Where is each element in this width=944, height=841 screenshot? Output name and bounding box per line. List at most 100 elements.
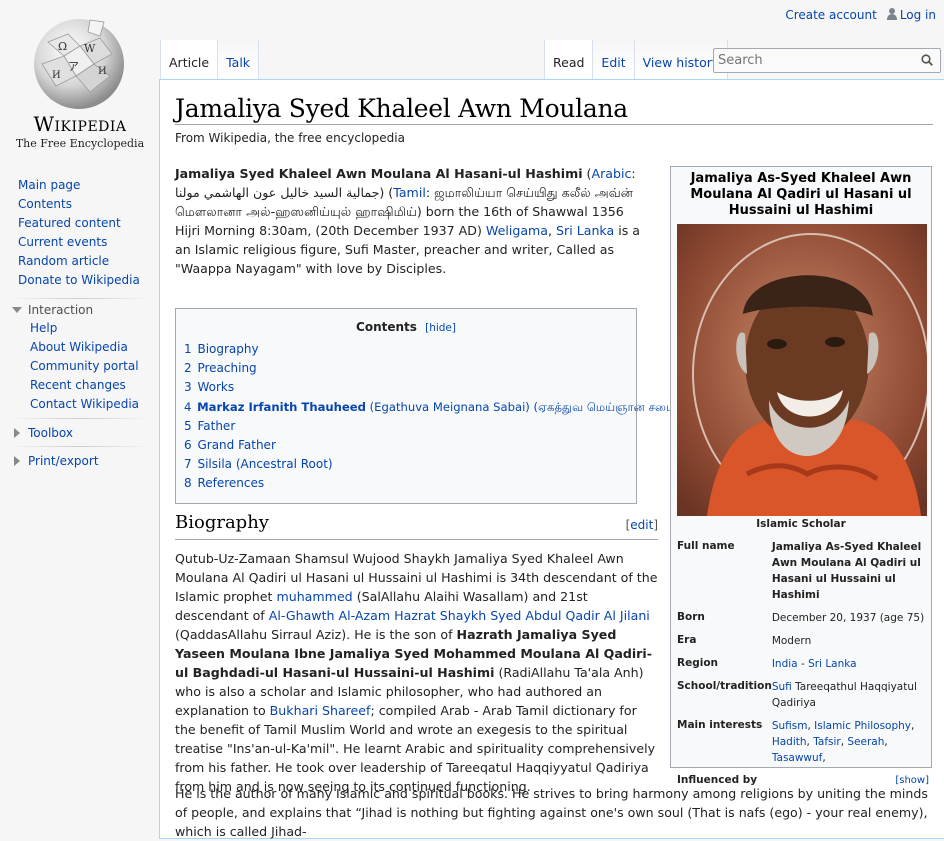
sidebar-item-help[interactable]: Help [30,321,57,335]
sidebar-divider [10,446,150,447]
toc-item-biography[interactable]: 1 Biography [184,342,628,361]
toc-item-works[interactable]: 3 Works [184,380,628,399]
page-title: Jamaliya Syed Khaleel Awn Moulana [175,94,628,123]
svg-text:Ω: Ω [58,40,67,53]
collapse-arrow-icon [12,307,22,313]
al-ghawth-link[interactable]: Al-Ghawth Al-Azam Hazrat Shaykh Syed Abd… [269,608,650,623]
print-export-header[interactable]: Print/export [12,454,99,468]
toc-text: (Egathuva Meignana Sabai) (ஏகத்துவ மெய்ஞ… [365,399,680,414]
sidebar-item-random-article[interactable]: Random article [18,254,109,268]
login-label: Log in [899,8,936,22]
tamil-link[interactable]: Tamil [393,185,426,200]
portal-interaction: Interaction Help About Wikipedia Communi… [12,303,139,416]
muhammed-link[interactable]: muhammed [276,589,352,604]
view-tabs: Read Edit View history [544,40,729,80]
portrait-photo[interactable] [677,224,927,516]
infobox-title: Jamaliya As-Syed Khaleel Awn Moulana Al … [690,171,912,218]
tab-article[interactable]: Article [160,40,219,80]
interest-link[interactable]: Islamic Philosophy [814,720,911,732]
section-edit-link[interactable]: [edit] [626,518,658,532]
svg-text:И: И [98,66,107,77]
sidebar-item-contact[interactable]: Contact Wikipedia [30,397,139,411]
toc-item-preaching[interactable]: 2 Preaching [184,361,628,380]
toc-bold-text: Markaz Irfanith Thauheed [197,399,366,414]
toc-header: Contents [hide] [184,320,628,334]
toc-text: Father [197,418,236,433]
infobox-label: Main interests [677,719,763,731]
region-value: India - Sri Lanka [772,654,929,677]
interaction-title: Interaction [28,303,94,317]
born-value: December 20, 1937 (age 75) [771,612,925,624]
toc-number: 2 [184,361,192,376]
sidebar-item-community-portal[interactable]: Community portal [30,359,139,373]
sidebar-item-donate[interactable]: Donate to Wikipedia [18,273,140,287]
text: Tareeqathul Haqqiyatul Qadiriya [771,681,917,709]
text: (QaddasAllahu Sirraul Aziz). He is the s… [175,627,457,642]
interest-link[interactable]: Sufism [772,720,808,732]
toc-item-silsila[interactable]: 7 Silsila (Ancestral Root) [184,457,628,476]
interest-link[interactable]: Seerah [847,736,884,748]
interest-link[interactable]: Tasawwuf [772,752,823,764]
sidebar-item-current-events[interactable]: Current events [18,235,107,249]
tab-read[interactable]: Read [544,40,594,80]
tab-edit[interactable]: Edit [593,40,635,80]
wikipedia-logo[interactable]: Ω W ア И И Wikipedia The Free Encyclopedi… [0,0,160,160]
search-input[interactable] [714,49,910,72]
toc-text: Works [197,380,235,395]
article-content: Jamaliya Syed Khaleel Awn Moulana From W… [159,79,944,839]
portrait-caption: Islamic Scholar [756,518,846,530]
infobox-label: Full name [677,540,735,552]
toc-text: References [197,476,265,491]
toc-number: 3 [184,380,192,395]
bukhari-shareef-link[interactable]: Bukhari Shareef [270,703,371,718]
sidebar-item-contents[interactable]: Contents [18,197,72,211]
toc-item-references[interactable]: 8 References [184,476,628,495]
infobox-label: School/tradition [677,680,772,692]
sidebar-divider [10,298,150,299]
sidebar-item-main-page[interactable]: Main page [18,178,80,192]
toc-item-markaz[interactable]: 4 Markaz Irfanith Thauheed (Egathuva Mei… [184,399,679,419]
arabic-link[interactable]: Arabic [591,166,631,181]
toc-number: 8 [184,476,192,491]
toc-number: 6 [184,437,192,452]
search-box [713,48,941,73]
personal-tools: Create account Log in [785,8,936,22]
weligama-link[interactable]: Weligama [486,223,548,238]
toc-number: 5 [184,418,192,433]
title-divider [175,124,933,125]
main-interests-value: Sufism, Islamic Philosophy, Hadith, Tafs… [771,720,915,764]
show-toggle[interactable]: [show] [895,773,929,789]
portal-print-export: Print/export [12,454,99,468]
sidebar-item-recent-changes[interactable]: Recent changes [30,378,126,392]
toc-item-father[interactable]: 5 Father [184,419,628,438]
text: - [797,658,809,670]
infobox-row-era: Era Modern [677,631,929,654]
edit-label: edit [630,518,654,532]
section-heading-biography: Biography [edit] [175,512,658,540]
user-icon [886,8,897,20]
create-account-link[interactable]: Create account [785,8,877,22]
sidebar-item-featured-content[interactable]: Featured content [18,216,121,230]
infobox-label: Region [677,657,719,669]
sri-lanka-link[interactable]: Sri Lanka [808,658,857,670]
sidebar-item-about[interactable]: About Wikipedia [30,340,128,354]
sufi-link[interactable]: Sufi [772,681,792,693]
interaction-header[interactable]: Interaction [12,303,139,317]
biography-paragraph: Qutub-Uz-Zamaan Shamsul Wujood Shaykh Ja… [175,549,658,796]
svg-text:ア: ア [68,60,79,73]
tab-talk[interactable]: Talk [218,40,260,80]
login-link[interactable]: Log in [886,8,936,22]
search-icon[interactable] [921,54,933,66]
portrait-image [677,224,927,516]
toc-item-grand-father[interactable]: 6 Grand Father [184,438,628,457]
infobox-row-born: Born December 20, 1937 (age 75) [677,608,929,631]
india-link[interactable]: India [772,658,798,670]
interest-link[interactable]: Tafsir [813,736,841,748]
toolbox-header[interactable]: Toolbox [12,426,73,440]
infobox: Jamaliya As-Syed Khaleel Awn Moulana Al … [670,166,932,786]
sri-lanka-link[interactable]: Sri Lanka [556,223,614,238]
infobox-table: Full name Jamaliya As-Syed Khaleel Awn M… [677,537,929,794]
toc-text: Grand Father [197,437,276,452]
interest-link[interactable]: Hadith [772,736,807,748]
toc-hide-toggle[interactable]: [hide] [425,322,456,334]
